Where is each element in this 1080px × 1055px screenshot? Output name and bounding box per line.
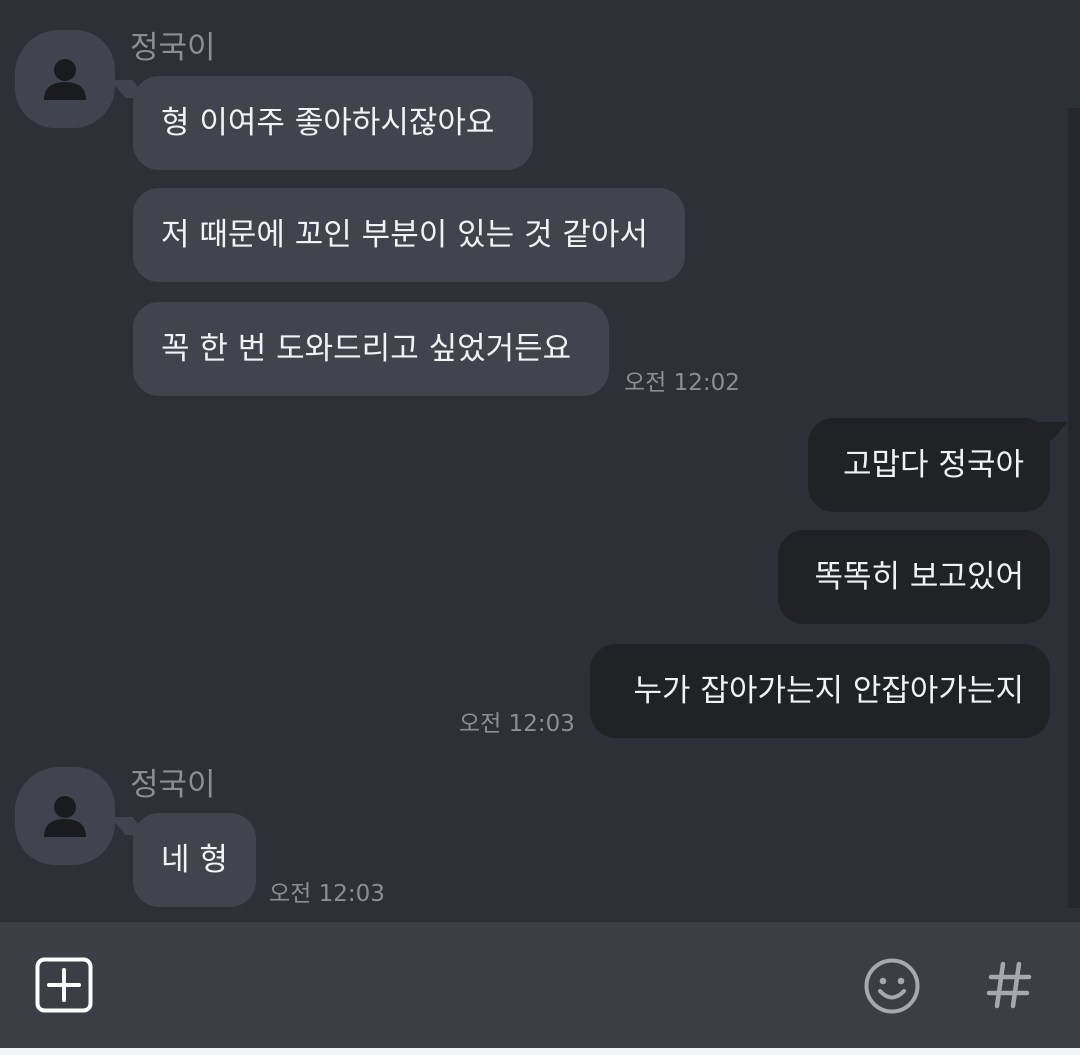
avatar[interactable] xyxy=(15,767,115,865)
plus-square-icon[interactable] xyxy=(35,957,93,1013)
smile-icon[interactable] xyxy=(863,957,921,1015)
message-bubble[interactable]: 형 이여주 좋아하시잖아요 xyxy=(133,76,533,170)
input-bar xyxy=(0,922,1080,1048)
message-bubble[interactable]: 똑똑히 보고있어 xyxy=(778,530,1050,624)
hash-icon[interactable] xyxy=(985,960,1033,1010)
message-bubble[interactable]: 저 때문에 꼬인 부분이 있는 것 같아서 xyxy=(133,188,685,282)
person-icon xyxy=(44,796,86,837)
message-timestamp: 오전 12:03 xyxy=(269,881,385,907)
scrollbar[interactable] xyxy=(1068,108,1080,908)
person-icon xyxy=(44,59,86,100)
message-timestamp: 오전 12:03 xyxy=(459,711,575,737)
message-bubble[interactable]: 고맙다 정국아 xyxy=(808,418,1050,512)
avatar[interactable] xyxy=(15,30,115,128)
message-bubble[interactable]: 네 형 xyxy=(133,813,256,907)
message-bubble[interactable]: 누가 잡아가는지 안잡아가는지 xyxy=(590,644,1050,738)
sender-name: 정국이 xyxy=(130,30,216,66)
message-timestamp: 오전 12:02 xyxy=(624,370,740,396)
sender-name: 정국이 xyxy=(130,767,216,803)
chat-area[interactable]: 정국이 형 이여주 좋아하시잖아요 저 때문에 꼬인 부분이 있는 것 같아서 … xyxy=(0,0,1080,922)
bottom-strip xyxy=(0,1048,1080,1055)
message-bubble[interactable]: 꼭 한 번 도와드리고 싶었거든요 xyxy=(133,302,609,396)
